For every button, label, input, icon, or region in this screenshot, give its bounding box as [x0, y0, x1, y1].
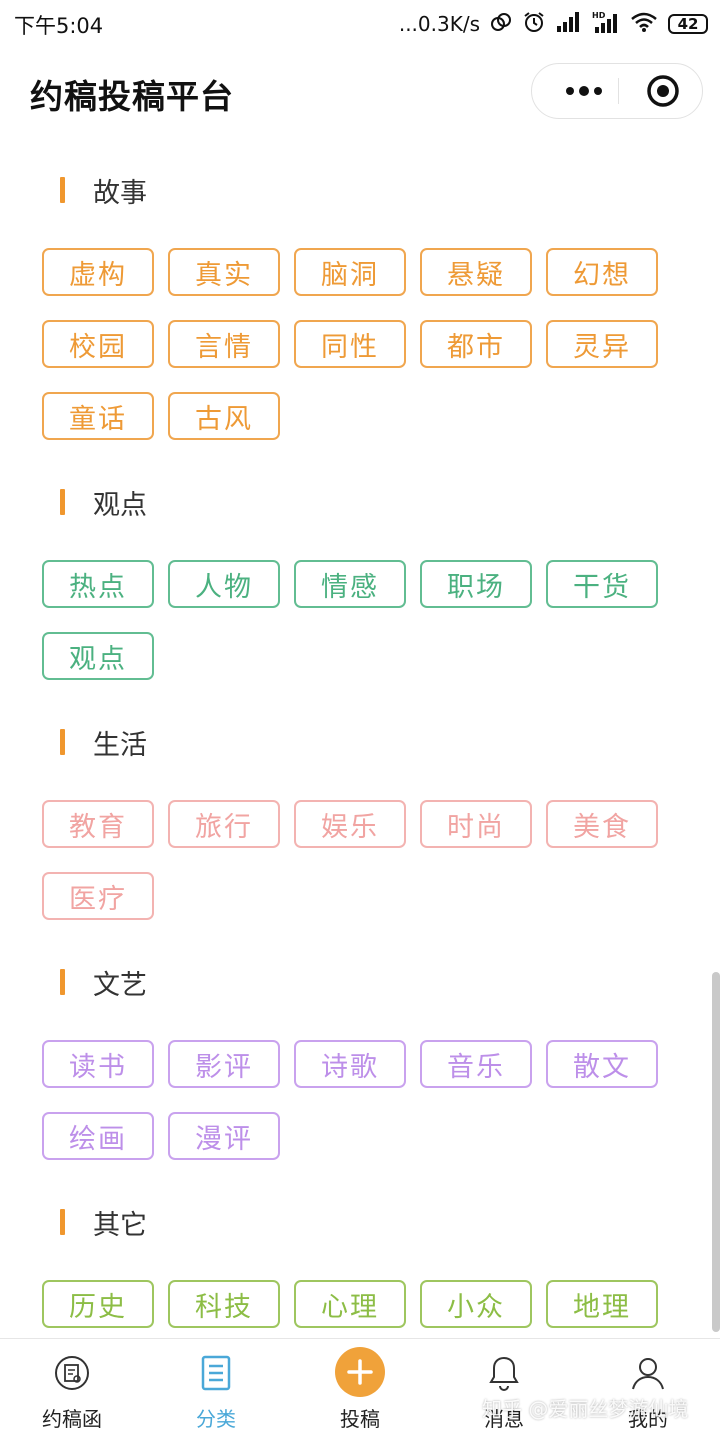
section-header: 故事 — [60, 172, 147, 209]
section-accent-bar — [60, 729, 65, 755]
category-tag[interactable]: 诗歌 — [294, 1040, 406, 1088]
category-tag[interactable]: 热点 — [42, 560, 154, 608]
link-icon — [490, 11, 512, 38]
category-list-icon — [196, 1353, 236, 1393]
category-tag[interactable]: 校园 — [42, 320, 154, 368]
mini-program-capsule — [531, 63, 703, 119]
tab-category[interactable]: 分类 — [144, 1339, 288, 1438]
category-tag[interactable]: 人物 — [168, 560, 280, 608]
category-content[interactable]: 故事 虚构 真实 脑洞 悬疑 幻想 校园 言情 同性 都市 灵异 童话 古风 观点 热点 人物 情感 职场 干货 观点… — [0, 140, 720, 1338]
category-tag[interactable]: 教育 — [42, 800, 154, 848]
section-header: 观点 — [60, 484, 147, 521]
category-tag[interactable]: 小众 — [420, 1280, 532, 1328]
battery-icon: 42 — [668, 14, 708, 34]
section-header: 生活 — [60, 724, 147, 761]
invitation-icon — [52, 1353, 92, 1393]
category-tag[interactable]: 言情 — [168, 320, 280, 368]
tab-label: 约稿函 — [42, 1407, 102, 1431]
category-tag[interactable]: 童话 — [42, 392, 154, 440]
section-accent-bar — [60, 177, 65, 203]
category-tag[interactable]: 灵异 — [546, 320, 658, 368]
category-tag[interactable]: 都市 — [420, 320, 532, 368]
category-tag[interactable]: 心理 — [294, 1280, 406, 1328]
user-icon — [628, 1353, 668, 1393]
category-tag[interactable]: 幻想 — [546, 248, 658, 296]
network-speed: ...0.3K/s — [398, 12, 480, 36]
plus-icon — [335, 1347, 385, 1397]
category-tag[interactable]: 旅行 — [168, 800, 280, 848]
category-tag[interactable]: 读书 — [42, 1040, 154, 1088]
tab-post[interactable]: 投稿 — [288, 1339, 432, 1438]
tab-profile[interactable]: 我的 — [576, 1339, 720, 1438]
section-title: 其它 — [93, 1209, 147, 1241]
more-dots-icon[interactable] — [552, 64, 616, 118]
category-tag[interactable]: 娱乐 — [294, 800, 406, 848]
page-title: 约稿投稿平台 — [30, 77, 234, 116]
category-tag[interactable]: 脑洞 — [294, 248, 406, 296]
category-tag[interactable]: 音乐 — [420, 1040, 532, 1088]
category-tag[interactable]: 绘画 — [42, 1112, 154, 1160]
category-tag[interactable]: 观点 — [42, 632, 154, 680]
category-tag[interactable]: 时尚 — [420, 800, 532, 848]
category-tag[interactable]: 历史 — [42, 1280, 154, 1328]
category-tag[interactable]: 散文 — [546, 1040, 658, 1088]
scrollbar[interactable] — [712, 972, 720, 1332]
category-tag[interactable]: 悬疑 — [420, 248, 532, 296]
hd-signal-icon: HD — [592, 10, 620, 39]
category-tag[interactable]: 真实 — [168, 248, 280, 296]
category-tag[interactable]: 虚构 — [42, 248, 154, 296]
category-tag[interactable]: 科技 — [168, 1280, 280, 1328]
tab-label: 投稿 — [340, 1407, 380, 1431]
section-accent-bar — [60, 969, 65, 995]
category-tag[interactable]: 美食 — [546, 800, 658, 848]
section-title: 生活 — [93, 729, 147, 761]
section-accent-bar — [60, 489, 65, 515]
tab-invitation[interactable]: 约稿函 — [0, 1339, 144, 1438]
capsule-divider — [618, 78, 619, 104]
tab-label: 分类 — [196, 1407, 236, 1431]
section-accent-bar — [60, 1209, 65, 1235]
status-bar: 下午5:04 ...0.3K/s HD 42 — [0, 0, 720, 48]
category-tag[interactable]: 地理 — [546, 1280, 658, 1328]
category-tag[interactable]: 干货 — [546, 560, 658, 608]
section-header: 文艺 — [60, 964, 147, 1001]
section-title: 观点 — [93, 489, 147, 521]
signal-icon — [556, 11, 582, 38]
category-tag[interactable]: 同性 — [294, 320, 406, 368]
wifi-icon — [630, 11, 658, 38]
section-title: 故事 — [93, 177, 147, 209]
category-tag[interactable]: 情感 — [294, 560, 406, 608]
status-icons: ...0.3K/s HD 42 — [399, 8, 708, 40]
section-title: 文艺 — [93, 969, 147, 1001]
category-tag[interactable]: 古风 — [168, 392, 280, 440]
alarm-icon — [522, 10, 546, 39]
category-tag[interactable]: 医疗 — [42, 872, 154, 920]
nav-header: 约稿投稿平台 — [0, 48, 720, 138]
category-tag[interactable]: 职场 — [420, 560, 532, 608]
svg-text:HD: HD — [592, 11, 606, 20]
tab-bar: 约稿函 分类 投稿 消息 我的 — [0, 1338, 720, 1437]
status-time: 下午5:04 — [14, 14, 104, 38]
category-tag[interactable]: 影评 — [168, 1040, 280, 1088]
tab-messages[interactable]: 消息 — [432, 1339, 576, 1438]
watermark: 知乎 @爱丽丝梦游仙境 — [482, 1397, 689, 1421]
target-close-icon[interactable] — [638, 64, 688, 118]
section-header: 其它 — [60, 1204, 147, 1241]
bell-icon — [484, 1353, 524, 1393]
category-tag[interactable]: 漫评 — [168, 1112, 280, 1160]
